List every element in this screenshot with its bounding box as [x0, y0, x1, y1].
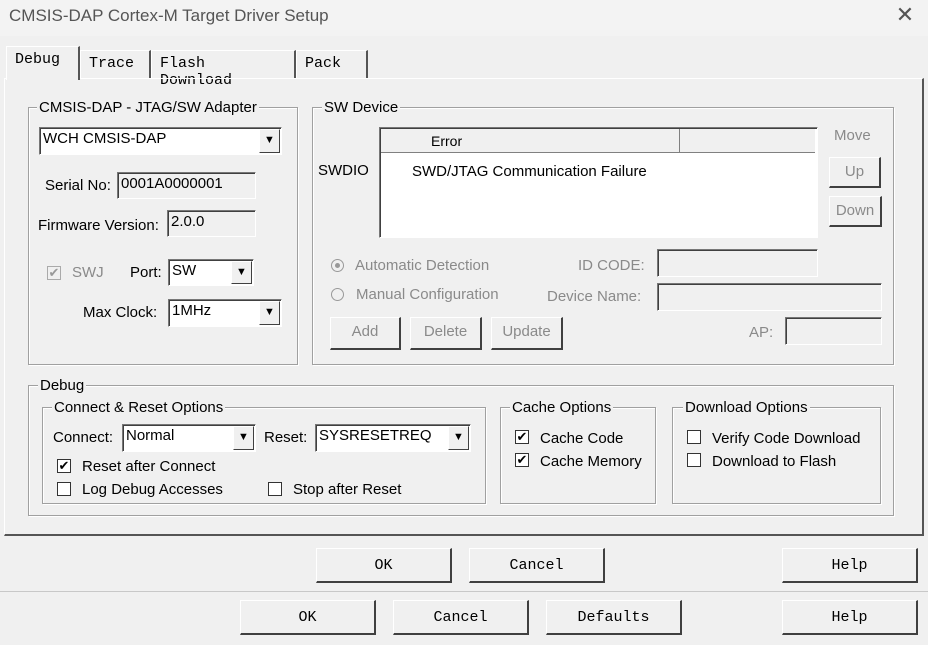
device-list-header[interactable]: Error: [381, 129, 680, 153]
chevron-down-icon[interactable]: ▼: [259, 301, 280, 325]
connect-reset-legend: Connect & Reset Options: [52, 399, 226, 416]
down-button[interactable]: Down: [829, 196, 882, 227]
chevron-down-icon[interactable]: ▼: [233, 426, 254, 450]
device-name-field[interactable]: [657, 283, 882, 311]
inner-ok-button[interactable]: OK: [316, 548, 452, 583]
tab-pack[interactable]: Pack: [296, 50, 368, 78]
chevron-down-icon[interactable]: ▼: [448, 426, 469, 450]
inner-cancel-button[interactable]: Cancel: [469, 548, 605, 583]
debug-group-legend: Debug: [38, 377, 87, 394]
add-button[interactable]: Add: [330, 317, 401, 350]
column-header-error: Error: [431, 133, 463, 149]
firmware-field[interactable]: 2.0.0: [167, 210, 256, 237]
stop-after-reset-label: Stop after Reset: [293, 481, 402, 498]
maxclock-label: Max Clock:: [83, 304, 158, 321]
delete-button[interactable]: Delete: [410, 317, 482, 350]
tab-debug[interactable]: Debug: [6, 46, 80, 80]
reset-after-connect-label: Reset after Connect: [82, 458, 216, 475]
firmware-label: Firmware Version:: [38, 217, 159, 234]
device-list[interactable]: Error SWD/JTAG Communication Failure: [379, 127, 818, 238]
inner-help-button[interactable]: Help: [782, 548, 918, 583]
manual-config-label: Manual Configuration: [356, 286, 499, 303]
cache-memory-checkbox[interactable]: ✔: [515, 453, 529, 467]
move-label: Move: [834, 127, 871, 144]
swj-label: SWJ: [72, 264, 104, 281]
connect-label: Connect:: [53, 429, 114, 446]
cache-code-label: Cache Code: [540, 430, 624, 447]
id-code-label: ID CODE:: [578, 257, 645, 274]
reset-label: Reset:: [264, 429, 308, 446]
ap-label: AP:: [749, 324, 774, 341]
port-select[interactable]: SW ▼: [168, 259, 254, 286]
download-to-flash-label: Download to Flash: [712, 453, 837, 470]
verify-download-label: Verify Code Download: [712, 430, 861, 447]
outer-cancel-button[interactable]: Cancel: [393, 600, 529, 635]
update-button[interactable]: Update: [491, 317, 563, 350]
log-debug-accesses-label: Log Debug Accesses: [82, 481, 223, 498]
swdio-label: SWDIO: [318, 162, 369, 179]
device-name-label: Device Name:: [547, 288, 642, 305]
stop-after-reset-checkbox[interactable]: [268, 482, 282, 496]
reset-after-connect-checkbox[interactable]: ✔: [57, 459, 71, 473]
chevron-down-icon[interactable]: ▼: [259, 129, 280, 153]
cache-options-legend: Cache Options: [510, 399, 614, 416]
outer-ok-button[interactable]: OK: [240, 600, 376, 635]
reset-select-value: SYSRESETREQ: [319, 427, 432, 444]
maxclock-select[interactable]: 1MHz ▼: [168, 299, 282, 327]
log-debug-accesses-checkbox[interactable]: [57, 482, 71, 496]
close-icon[interactable]: ✕: [893, 3, 917, 27]
window-title: CMSIS-DAP Cortex-M Target Driver Setup: [9, 6, 329, 25]
adapter-group-legend: CMSIS-DAP - JTAG/SW Adapter: [37, 99, 259, 116]
tab-trace[interactable]: Trace: [80, 50, 151, 78]
manual-config-radio[interactable]: [331, 288, 344, 301]
ap-field[interactable]: [785, 317, 882, 345]
auto-detect-radio[interactable]: [331, 259, 344, 272]
verify-download-checkbox[interactable]: [687, 430, 701, 444]
id-code-field[interactable]: [657, 249, 818, 277]
outer-help-button[interactable]: Help: [782, 600, 918, 635]
serial-label: Serial No:: [45, 177, 111, 194]
adapter-select-value: WCH CMSIS-DAP: [43, 130, 167, 147]
outer-defaults-button[interactable]: Defaults: [546, 600, 682, 635]
tab-flash-download[interactable]: Flash Download: [151, 50, 296, 89]
maxclock-select-value: 1MHz: [172, 302, 212, 319]
connect-select-value: Normal: [126, 427, 175, 444]
serial-field[interactable]: 0001A0000001: [117, 172, 256, 199]
port-select-value: SW: [172, 262, 197, 279]
up-button[interactable]: Up: [829, 157, 881, 188]
cache-memory-label: Cache Memory: [540, 453, 642, 470]
device-row-value[interactable]: SWD/JTAG Communication Failure: [412, 163, 647, 180]
connect-select[interactable]: Normal ▼: [122, 424, 256, 452]
adapter-select[interactable]: WCH CMSIS-DAP ▼: [39, 127, 282, 155]
download-to-flash-checkbox[interactable]: [687, 453, 701, 467]
download-options-legend: Download Options: [683, 399, 810, 416]
swj-checkbox[interactable]: ✔: [47, 266, 61, 280]
device-list-header-empty: [680, 129, 815, 153]
chevron-down-icon[interactable]: ▼: [231, 261, 252, 284]
sw-device-legend: SW Device: [322, 99, 401, 116]
port-label: Port:: [130, 264, 162, 281]
auto-detect-label: Automatic Detection: [355, 257, 490, 274]
reset-select[interactable]: SYSRESETREQ ▼: [315, 424, 471, 452]
cache-code-checkbox[interactable]: ✔: [515, 430, 529, 444]
